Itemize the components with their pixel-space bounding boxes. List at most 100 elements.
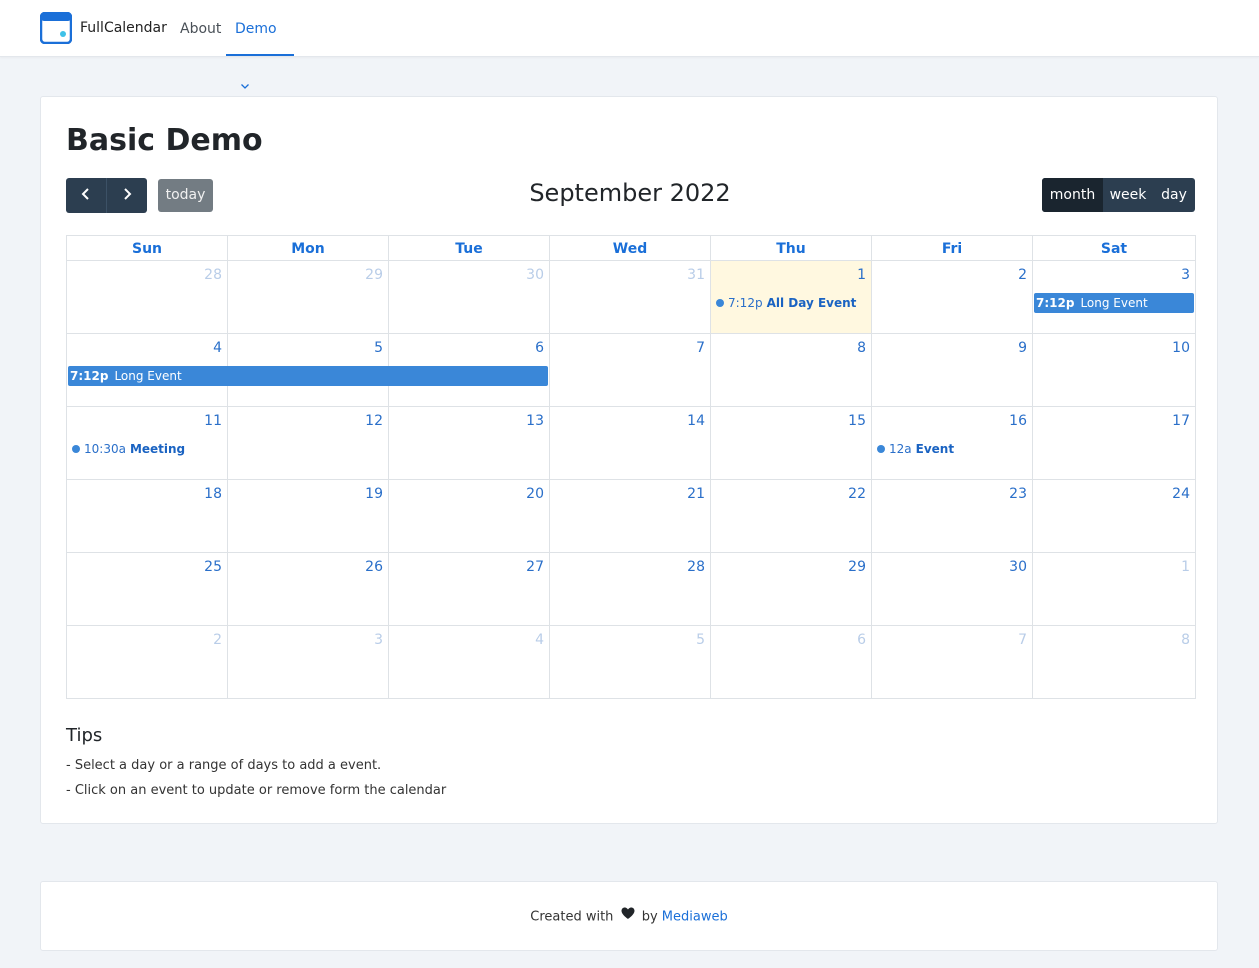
view-week-button[interactable]: week <box>1103 178 1153 212</box>
day-cell[interactable]: 7 <box>871 625 1033 699</box>
calendar-event[interactable]: 7:12p Long Event <box>1034 293 1194 313</box>
day-cell[interactable]: 25 <box>66 552 228 626</box>
day-cell[interactable]: 29 <box>227 260 389 334</box>
day-number[interactable]: 30 <box>1009 559 1027 575</box>
day-cell[interactable]: 27 <box>388 552 550 626</box>
page-title: Basic Demo <box>66 123 263 158</box>
day-number[interactable]: 3 <box>1181 267 1190 283</box>
day-cell[interactable]: 14 <box>549 406 711 480</box>
day-number[interactable]: 24 <box>1172 486 1190 502</box>
event-dot-icon <box>877 445 885 453</box>
day-number[interactable]: 29 <box>848 559 866 575</box>
day-number[interactable]: 30 <box>526 267 544 283</box>
day-number[interactable]: 26 <box>365 559 383 575</box>
brand[interactable]: FullCalendar <box>39 11 167 45</box>
day-number[interactable]: 5 <box>696 632 705 648</box>
day-number[interactable]: 7 <box>1018 632 1027 648</box>
tips-title: Tips <box>66 725 103 746</box>
footer-prefix: Created with <box>530 909 614 925</box>
day-number[interactable]: 14 <box>687 413 705 429</box>
event-time: 7:12p <box>70 369 109 383</box>
day-cell[interactable]: 31 <box>549 260 711 334</box>
calendar-event[interactable]: 10:30a Meeting <box>72 442 185 456</box>
day-number[interactable]: 6 <box>535 340 544 356</box>
day-number[interactable]: 25 <box>204 559 222 575</box>
day-cell[interactable]: 28 <box>66 260 228 334</box>
day-number[interactable]: 29 <box>365 267 383 283</box>
nav-link-about[interactable]: About <box>180 0 221 56</box>
calendar-event[interactable]: 7:12p Long Event <box>68 366 548 386</box>
day-cell[interactable]: 18 <box>66 479 228 553</box>
day-number[interactable]: 1 <box>1181 559 1190 575</box>
day-cell[interactable]: 9 <box>871 333 1033 407</box>
event-title: All Day Event <box>766 296 857 310</box>
day-number[interactable]: 4 <box>213 340 222 356</box>
day-number[interactable]: 12 <box>365 413 383 429</box>
day-number[interactable]: 20 <box>526 486 544 502</box>
day-number[interactable]: 2 <box>1018 267 1027 283</box>
view-day-button[interactable]: day <box>1153 178 1195 212</box>
weekday-header-fri: Fri <box>871 235 1033 261</box>
day-cell[interactable]: 22 <box>710 479 872 553</box>
day-cell[interactable]: 5 <box>549 625 711 699</box>
day-cell[interactable]: 21 <box>549 479 711 553</box>
day-number[interactable]: 19 <box>365 486 383 502</box>
day-cell[interactable]: 24 <box>1032 479 1196 553</box>
day-number[interactable]: 5 <box>374 340 383 356</box>
day-number[interactable]: 9 <box>1018 340 1027 356</box>
day-number[interactable]: 23 <box>1009 486 1027 502</box>
day-cell[interactable]: 19 <box>227 479 389 553</box>
day-number[interactable]: 10 <box>1172 340 1190 356</box>
day-cell[interactable]: 3 <box>227 625 389 699</box>
day-number[interactable]: 28 <box>687 559 705 575</box>
day-cell[interactable]: 4 <box>388 625 550 699</box>
day-cell[interactable]: 8 <box>710 333 872 407</box>
footer-link-mediaweb[interactable]: Mediaweb <box>662 910 728 925</box>
day-number[interactable]: 11 <box>204 413 222 429</box>
day-cell[interactable]: 7 <box>549 333 711 407</box>
day-cell[interactable]: 29 <box>710 552 872 626</box>
day-cell[interactable]: 17 <box>1032 406 1196 480</box>
day-cell[interactable]: 26 <box>227 552 389 626</box>
weekday-header-sun: Sun <box>66 235 228 261</box>
day-number[interactable]: 18 <box>204 486 222 502</box>
day-cell[interactable]: 15 <box>710 406 872 480</box>
day-number[interactable]: 1 <box>857 267 866 283</box>
calendar-event[interactable]: 7:12p All Day Event <box>716 296 856 310</box>
day-cell[interactable]: 23 <box>871 479 1033 553</box>
day-number[interactable]: 6 <box>857 632 866 648</box>
day-cell[interactable]: 8 <box>1032 625 1196 699</box>
day-number[interactable]: 27 <box>526 559 544 575</box>
day-number[interactable]: 13 <box>526 413 544 429</box>
day-number[interactable]: 2 <box>213 632 222 648</box>
day-number[interactable]: 21 <box>687 486 705 502</box>
nav-link-demo[interactable]: Demo <box>226 0 294 89</box>
day-cell[interactable]: 28 <box>549 552 711 626</box>
day-cell[interactable]: 1 <box>1032 552 1196 626</box>
day-cell[interactable]: 30 <box>388 260 550 334</box>
day-number[interactable]: 15 <box>848 413 866 429</box>
view-month-button[interactable]: month <box>1042 178 1103 212</box>
day-number[interactable]: 3 <box>374 632 383 648</box>
day-number[interactable]: 4 <box>535 632 544 648</box>
day-cell[interactable]: 10 <box>1032 333 1196 407</box>
day-number[interactable]: 28 <box>204 267 222 283</box>
day-number[interactable]: 22 <box>848 486 866 502</box>
day-cell[interactable]: 20 <box>388 479 550 553</box>
day-number[interactable]: 16 <box>1009 413 1027 429</box>
day-number[interactable]: 8 <box>857 340 866 356</box>
day-cell[interactable]: 13 <box>388 406 550 480</box>
day-number[interactable]: 8 <box>1181 632 1190 648</box>
day-number[interactable]: 7 <box>696 340 705 356</box>
day-cell[interactable]: 30 <box>871 552 1033 626</box>
day-cell[interactable]: 2 <box>66 625 228 699</box>
day-cell[interactable]: 2 <box>871 260 1033 334</box>
day-number[interactable]: 17 <box>1172 413 1190 429</box>
day-number[interactable]: 31 <box>687 267 705 283</box>
day-cell[interactable]: 12 <box>227 406 389 480</box>
view-switcher: month week day <box>1042 178 1195 212</box>
tip-item: - Select a day or a range of days to add… <box>66 758 382 773</box>
weekday-header-sat: Sat <box>1032 235 1196 261</box>
day-cell[interactable]: 6 <box>710 625 872 699</box>
calendar-event[interactable]: 12a Event <box>877 442 954 456</box>
